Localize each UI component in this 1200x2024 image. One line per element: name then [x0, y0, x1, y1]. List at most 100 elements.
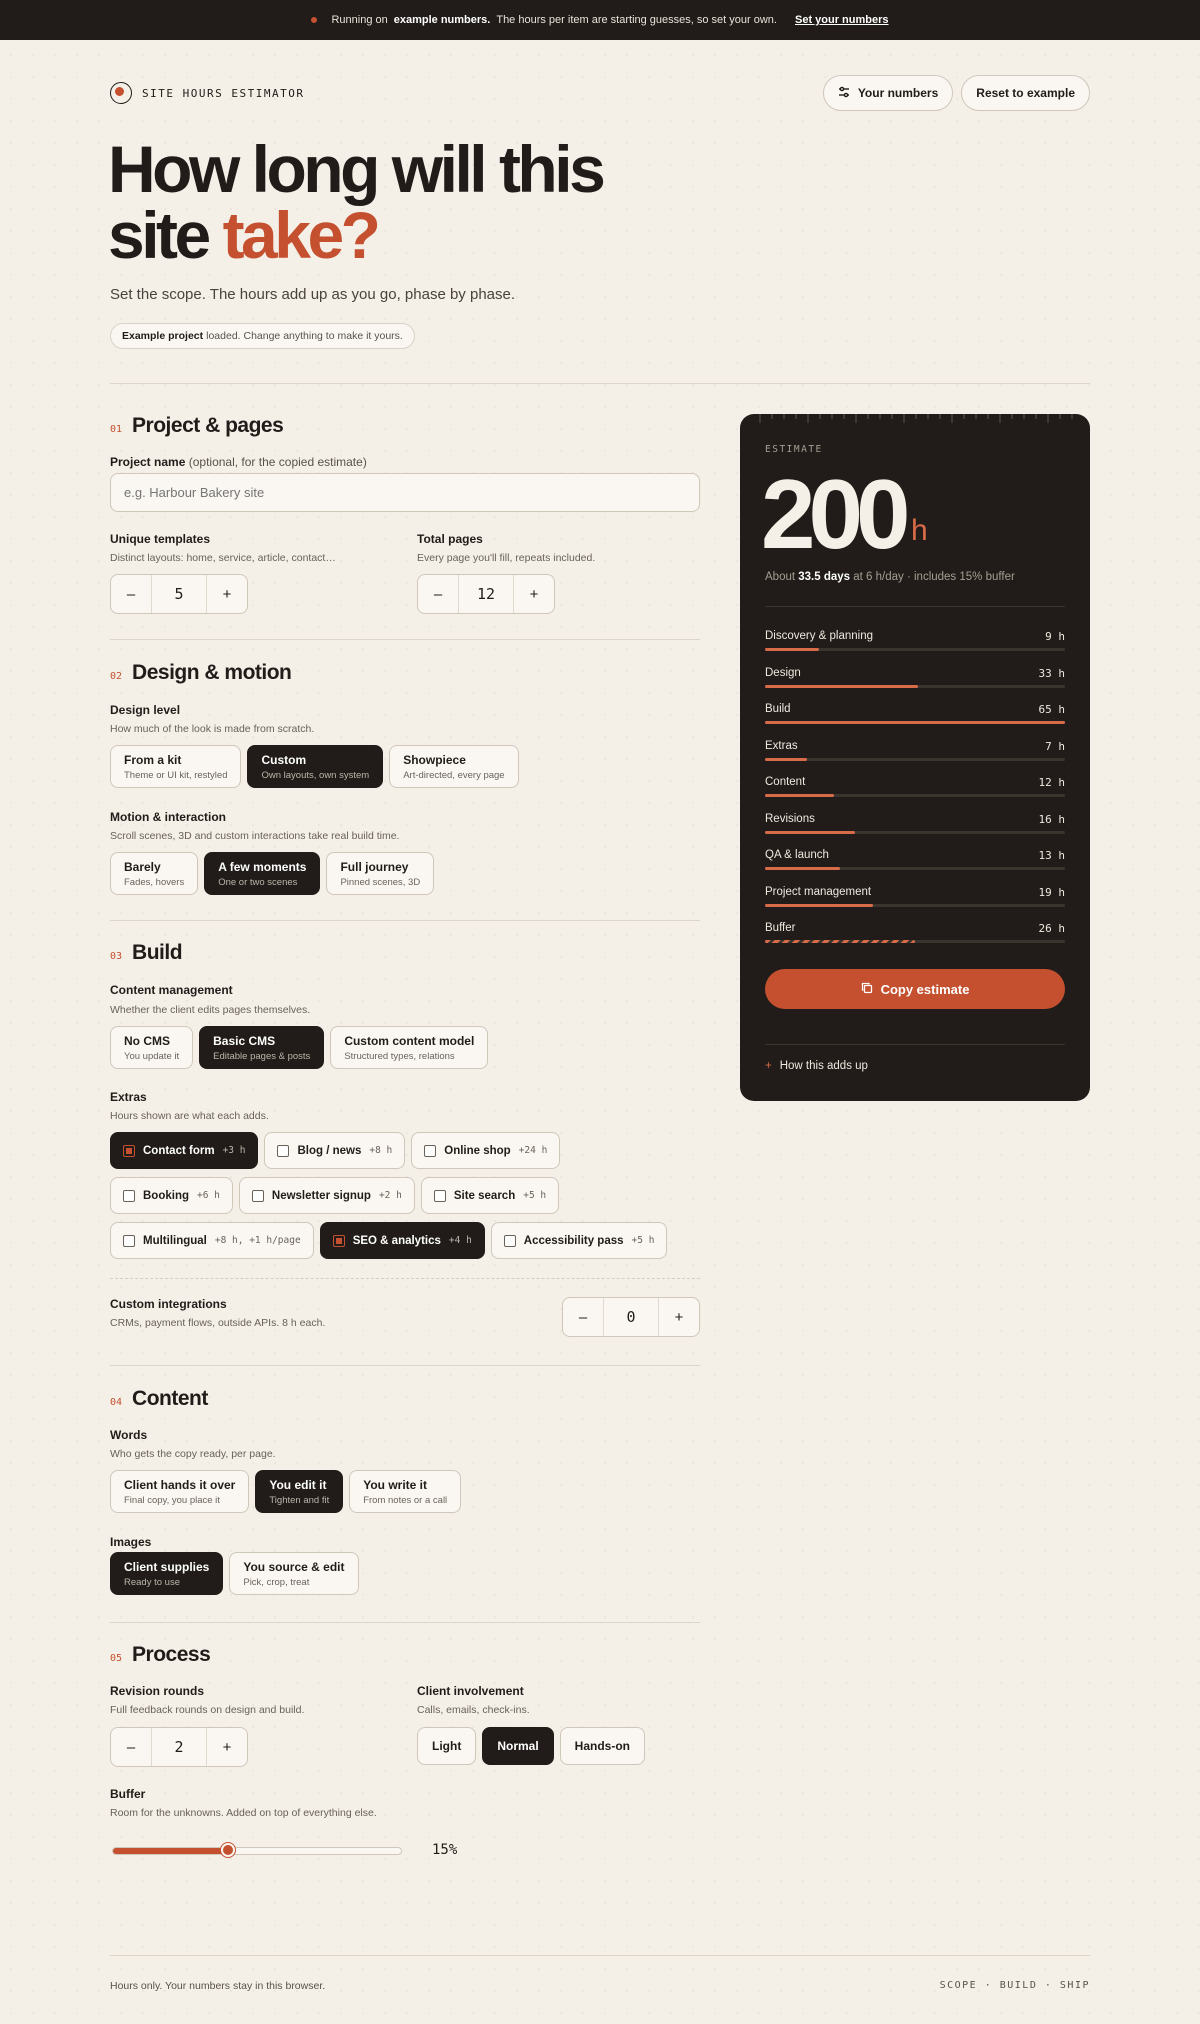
extra-contact-form[interactable]: Contact form +3 h [110, 1132, 259, 1169]
option-hands-on[interactable]: Hands-on [559, 1727, 646, 1765]
motion-options: Barely Fades, hovers A few moments One or … [110, 852, 435, 895]
option-you-edit-it[interactable]: You edit it Tighten and fit [255, 1470, 344, 1513]
section-number: 04 [110, 1397, 123, 1408]
phase-bar-fill [765, 757, 807, 761]
decrement-button[interactable]: – [111, 1728, 151, 1766]
phase-bar-track [765, 648, 1065, 651]
option-basic-cms[interactable]: Basic CMS Editable pages & posts [199, 1026, 325, 1069]
phase-bar-track [765, 757, 1065, 761]
option-you-source-edit[interactable]: You source & edit Pick, crop, treat [229, 1552, 359, 1595]
design-level-desc: How much of the look is made from scratc… [110, 723, 315, 735]
pages-stepper: – 12 + [417, 574, 555, 614]
option-custom[interactable]: Custom Own layouts, own system [247, 745, 384, 788]
increment-button[interactable]: + [659, 1298, 699, 1336]
divider [110, 639, 700, 640]
decrement-button[interactable]: – [563, 1298, 603, 1336]
brand-name: SITE HOURS ESTIMATOR [142, 86, 305, 100]
copy-estimate-button[interactable]: Copy estimate [765, 969, 1065, 1009]
phase-row: QA & launch 13 h [765, 849, 1065, 871]
checkbox-icon [251, 1189, 264, 1202]
page-subtitle: Set the scope. The hours add up as you g… [110, 286, 516, 303]
option-you-write-it[interactable]: You write it From notes or a call [349, 1470, 462, 1513]
example-loaded-badge: Example project loaded. Change anything … [110, 323, 415, 349]
section-title: Project & pages [132, 414, 284, 437]
decrement-button[interactable]: – [111, 575, 151, 613]
phase-bar-fill [765, 721, 1065, 724]
extra-multilingual[interactable]: Multilingual +8 h, +1 h/page [110, 1222, 314, 1259]
project-name-label: Project name (optional, for the copied e… [110, 455, 367, 469]
extra-blog-news[interactable]: Blog / news +8 h [264, 1132, 406, 1169]
option-custom-content-model[interactable]: Custom content model Structured types, re… [330, 1026, 489, 1069]
revisions-value[interactable]: 2 [151, 1728, 207, 1766]
phase-hours: 65 h [1038, 703, 1066, 716]
extra-accessibility-pass[interactable]: Accessibility pass +5 h [490, 1222, 668, 1259]
option-normal[interactable]: Normal [482, 1727, 554, 1765]
pages-value[interactable]: 12 [458, 575, 514, 613]
extras-row-3: Multilingual +8 h, +1 h/page SEO & analyt… [110, 1222, 668, 1259]
dashed-divider [110, 1278, 700, 1279]
footer-tagline: SCOPE · BUILD · SHIP [939, 1980, 1090, 1991]
extra-booking[interactable]: Booking +6 h [110, 1177, 233, 1214]
phase-name: Project management [765, 885, 872, 898]
reset-button[interactable]: Reset to example [961, 75, 1090, 111]
option-a-few-moments[interactable]: A few moments One or two scenes [204, 852, 321, 895]
pages-label: Total pages [417, 532, 483, 546]
estimate-about: About 33.5 days at 6 h/day · includes 15… [765, 571, 1015, 583]
increment-button[interactable]: + [207, 575, 247, 613]
extra-newsletter-signup[interactable]: Newsletter signup +2 h [238, 1177, 415, 1214]
how-this-adds-up-toggle[interactable]: + How this adds up [765, 1060, 868, 1072]
revisions-label: Revision rounds [110, 1684, 205, 1698]
option-barely[interactable]: Barely Fades, hovers [110, 852, 199, 895]
set-your-numbers-link[interactable]: Set your numbers [795, 14, 889, 26]
cms-label: Content management [110, 983, 233, 997]
phase-bar-fill [765, 830, 855, 834]
your-numbers-label: Your numbers [857, 86, 939, 100]
phase-name: Design [765, 666, 801, 679]
option-no-cms[interactable]: No CMS You update it [110, 1026, 194, 1069]
option-from-a-kit[interactable]: From a kit Theme or UI kit, restyled [110, 745, 242, 788]
phase-hours: 9 h [1045, 630, 1065, 643]
integrations-label: Custom integrations [110, 1297, 227, 1311]
templates-stepper: – 5 + [110, 574, 248, 614]
involvement-desc: Calls, emails, check-ins. [417, 1704, 530, 1716]
involvement-label: Client involvement [417, 1684, 524, 1698]
buffer-label: Buffer [110, 1787, 146, 1801]
slider-handle[interactable] [221, 1843, 236, 1857]
notice-text-rest: The hours per item are starting guesses,… [496, 14, 777, 26]
your-numbers-button[interactable]: Your numbers [822, 75, 954, 111]
footer: Hours only. Your numbers stay in this br… [110, 1980, 1090, 1992]
section-title: Content [132, 1387, 208, 1410]
phase-bar-track [765, 830, 1065, 834]
panel-divider [765, 606, 1065, 607]
option-full-journey[interactable]: Full journey Pinned scenes, 3D [326, 852, 435, 895]
increment-button[interactable]: + [207, 1728, 247, 1766]
section-heading-process: 05 Process [110, 1643, 211, 1667]
templates-value[interactable]: 5 [151, 575, 207, 613]
phase-bar-fill [765, 684, 918, 688]
extra-site-search[interactable]: Site search +5 h [420, 1177, 560, 1214]
buffer-slider[interactable] [112, 1843, 402, 1857]
integrations-value[interactable]: 0 [603, 1298, 659, 1336]
phase-row: Buffer 26 h [765, 922, 1065, 944]
extra-online-shop[interactable]: Online shop +24 h [411, 1132, 561, 1169]
phase-hours: 13 h [1038, 849, 1066, 862]
motion-desc: Scroll scenes, 3D and custom interaction… [110, 830, 400, 842]
extra-seo-analytics[interactable]: SEO & analytics +4 h [319, 1222, 485, 1259]
buffer-value: 15% [432, 1842, 458, 1858]
involvement-options: Light Normal Hands-on [417, 1727, 646, 1765]
phase-bar-fill [765, 867, 840, 870]
option-client-supplies[interactable]: Client supplies Ready to use [110, 1552, 224, 1595]
phase-name: Buffer [765, 922, 796, 934]
option-showpiece[interactable]: Showpiece Art-directed, every page [389, 745, 519, 788]
option-client-hands-it-over[interactable]: Client hands it over Final copy, you plac… [110, 1470, 250, 1513]
section-number: 05 [110, 1653, 123, 1664]
revisions-desc: Full feedback rounds on design and build… [110, 1704, 305, 1716]
phase-name: QA & launch [765, 849, 829, 861]
decrement-button[interactable]: – [418, 575, 458, 613]
project-name-input[interactable] [110, 473, 700, 512]
notice-bold: example numbers. [393, 14, 491, 26]
phase-bar-track [765, 940, 1065, 943]
increment-button[interactable]: + [514, 575, 554, 613]
option-light[interactable]: Light [417, 1727, 477, 1765]
design-level-label: Design level [110, 703, 181, 717]
